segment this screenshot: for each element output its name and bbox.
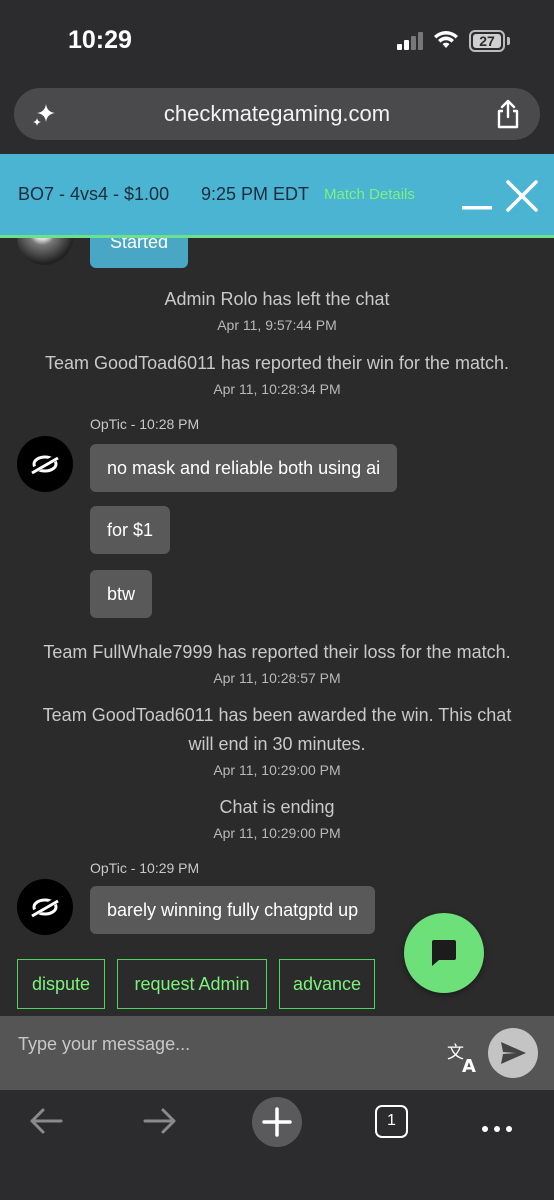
browser-toolbar: 1 — [0, 1090, 554, 1200]
optic-logo-icon — [29, 453, 61, 475]
battery-tip — [507, 37, 510, 45]
system-timestamp: Apr 11, 9:57:44 PM — [217, 317, 337, 333]
svg-text:A: A — [462, 1056, 476, 1074]
more-dots-icon[interactable] — [482, 1119, 518, 1137]
system-timestamp: Apr 11, 10:29:00 PM — [213, 762, 341, 778]
match-time: 9:25 PM EDT — [201, 184, 310, 204]
browser-bar: checkmategaming.com — [0, 78, 554, 154]
advance-button[interactable]: advance — [279, 959, 375, 1009]
system-message: Chat is ending — [219, 797, 335, 817]
system-timestamp: Apr 11, 10:29:00 PM — [213, 825, 341, 841]
tab-switcher-button[interactable]: 1 — [375, 1105, 408, 1138]
system-message: Admin Rolo has left the chat — [164, 289, 390, 309]
system-message: Team FullWhale7999 has reported their lo… — [43, 642, 511, 662]
chat-bubble-icon — [432, 940, 456, 966]
close-icon[interactable] — [504, 178, 540, 214]
plus-icon — [262, 1107, 292, 1137]
message-bubble: for $1 — [90, 506, 171, 554]
avatar — [17, 879, 73, 935]
translate-icon[interactable]: 文 A — [447, 1040, 481, 1074]
url-text[interactable]: checkmategaming.com — [14, 101, 540, 127]
share-icon[interactable] — [494, 99, 522, 129]
match-details-link[interactable]: Match Details — [324, 186, 415, 203]
send-icon — [501, 1042, 526, 1064]
status-bar: 10:29 27 — [0, 0, 554, 78]
avatar — [17, 238, 73, 265]
avatar — [17, 436, 73, 492]
request-admin-button[interactable]: request Admin — [117, 959, 267, 1009]
send-button[interactable] — [488, 1028, 538, 1078]
message-bubble: barely winning fully chatgptd up — [90, 886, 376, 934]
system-message: Team GoodToad6011 has reported their win… — [45, 353, 509, 373]
message-bubble: no mask and reliable both using ai — [90, 444, 398, 492]
battery-level: 27 — [473, 34, 501, 48]
system-timestamp: Apr 11, 10:28:57 PM — [213, 670, 341, 686]
battery-icon: 27 — [469, 30, 505, 52]
signal-icon — [397, 32, 425, 50]
minimize-icon[interactable] — [462, 188, 492, 214]
system-message: Team GoodToad6011 has been awarded the w… — [42, 705, 512, 725]
message-sender: OpTic - 10:28 PM — [90, 416, 200, 432]
message-bubble: btw — [90, 570, 153, 618]
status-time: 10:29 — [68, 26, 132, 54]
new-tab-button[interactable] — [252, 1097, 302, 1147]
address-bar[interactable]: checkmategaming.com — [14, 88, 540, 140]
wifi-icon — [434, 31, 458, 48]
message-bubble: Started — [90, 238, 188, 268]
chat-fab-button[interactable] — [404, 913, 484, 993]
system-message: will end in 30 minutes. — [188, 734, 366, 754]
chat-log[interactable]: Started Admin Rolo has left the chat Apr… — [0, 238, 554, 1016]
arrow-left-icon[interactable] — [28, 1106, 64, 1136]
message-input[interactable] — [0, 1016, 440, 1090]
dispute-button[interactable]: dispute — [17, 959, 105, 1009]
arrow-right-icon[interactable] — [142, 1106, 178, 1136]
optic-logo-icon — [29, 896, 61, 918]
system-timestamp: Apr 11, 10:28:34 PM — [213, 381, 341, 397]
match-title: BO7 - 4vs4 - $1.00 — [18, 184, 170, 204]
message-sender: OpTic - 10:29 PM — [90, 860, 200, 876]
